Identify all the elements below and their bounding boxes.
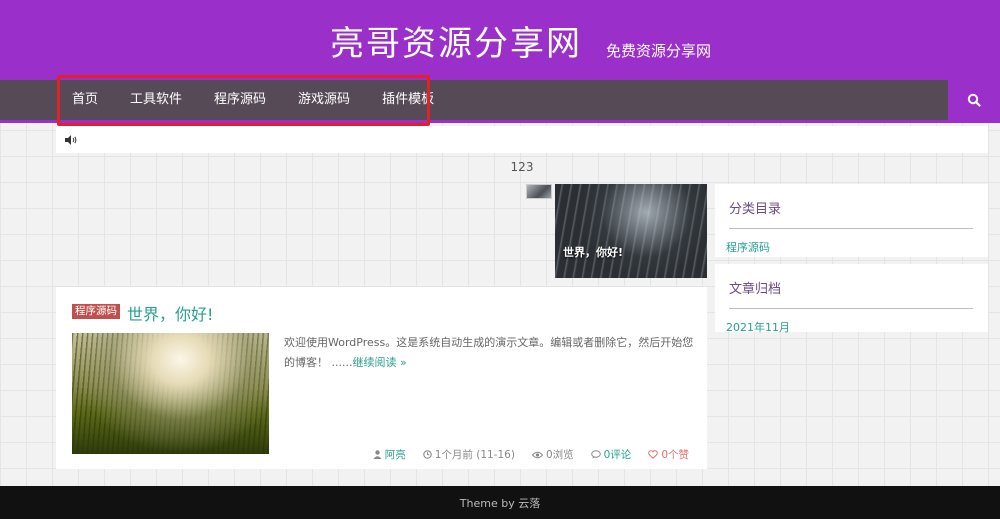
nav-item-home[interactable]: 首页 xyxy=(56,80,114,120)
site-header: 亮哥资源分享网 免费资源分享网 xyxy=(0,0,1000,80)
nav-item-tools[interactable]: 工具软件 xyxy=(114,80,198,120)
search-button[interactable] xyxy=(948,80,1000,120)
heart-icon xyxy=(648,450,659,459)
search-icon xyxy=(967,93,981,107)
post-thumbnail[interactable] xyxy=(72,333,269,454)
post-comments-text[interactable]: 0评论 xyxy=(604,447,632,462)
post-time: 1个月前 (11-16) xyxy=(422,447,515,462)
site-footer: Theme by 云落 xyxy=(0,486,1000,519)
navbar-accent-strip xyxy=(0,120,1000,123)
read-more-link[interactable]: 继续阅读 » xyxy=(352,356,406,369)
post-views: 0浏览 xyxy=(531,447,574,462)
post-author[interactable]: 阿亮 xyxy=(373,447,406,462)
post-likes[interactable]: 0个赞 xyxy=(648,447,689,462)
speaker-icon xyxy=(65,134,77,145)
post-author-name[interactable]: 阿亮 xyxy=(385,447,406,462)
site-title[interactable]: 亮哥资源分享网 xyxy=(330,16,582,65)
post-comments[interactable]: 0评论 xyxy=(590,447,632,462)
nav-item-source-code[interactable]: 程序源码 xyxy=(198,80,282,120)
post-category-tag[interactable]: 程序源码 xyxy=(72,304,120,319)
comment-icon xyxy=(590,450,601,459)
post-views-text: 0浏览 xyxy=(545,449,574,461)
post-time-text: 1个月前 (11-16) xyxy=(434,449,515,461)
category-link[interactable]: 程序源码 xyxy=(726,239,973,255)
archive-widget-title: 文章归档 xyxy=(729,264,973,309)
post-meta: 阿亮 1个月前 (11-16) 0浏览 0评论 0个赞 xyxy=(373,447,689,462)
post-card: 程序源码 世界，你好! 欢迎使用WordPress。这是系统自动生成的演示文章。… xyxy=(56,287,707,469)
slide-caption[interactable]: 世界，你好! xyxy=(563,244,623,260)
post-excerpt: 欢迎使用WordPress。这是系统自动生成的演示文章。编辑或者删除它，然后开始… xyxy=(284,333,694,373)
notice-bar xyxy=(56,126,988,153)
footer-credit[interactable]: Theme by 云落 xyxy=(460,497,540,510)
category-widget: 分类目录 程序源码 xyxy=(715,184,988,257)
archive-link[interactable]: 2021年11月 xyxy=(726,319,973,335)
site-description: 免费资源分享网 xyxy=(606,42,712,60)
post-title[interactable]: 世界，你好! xyxy=(127,301,213,325)
post-likes-text[interactable]: 0个赞 xyxy=(661,447,689,462)
featured-slide[interactable]: 世界，你好! xyxy=(555,184,707,278)
post-excerpt-text: 欢迎使用WordPress。这是系统自动生成的演示文章。编辑或者删除它，然后开始… xyxy=(284,336,694,369)
category-widget-title: 分类目录 xyxy=(729,184,973,229)
eye-icon xyxy=(531,451,543,458)
nav-item-game-source[interactable]: 游戏源码 xyxy=(282,80,366,120)
pagination-text[interactable]: 123 xyxy=(56,160,988,174)
clock-icon xyxy=(422,450,432,459)
slider-thumbnail[interactable] xyxy=(526,184,552,199)
archive-widget: 文章归档 2021年11月 xyxy=(715,264,988,335)
user-icon xyxy=(373,450,382,459)
nav-menu: 首页 工具软件 程序源码 游戏源码 插件模板 xyxy=(56,80,450,120)
nav-item-plugins-templates[interactable]: 插件模板 xyxy=(366,80,450,120)
